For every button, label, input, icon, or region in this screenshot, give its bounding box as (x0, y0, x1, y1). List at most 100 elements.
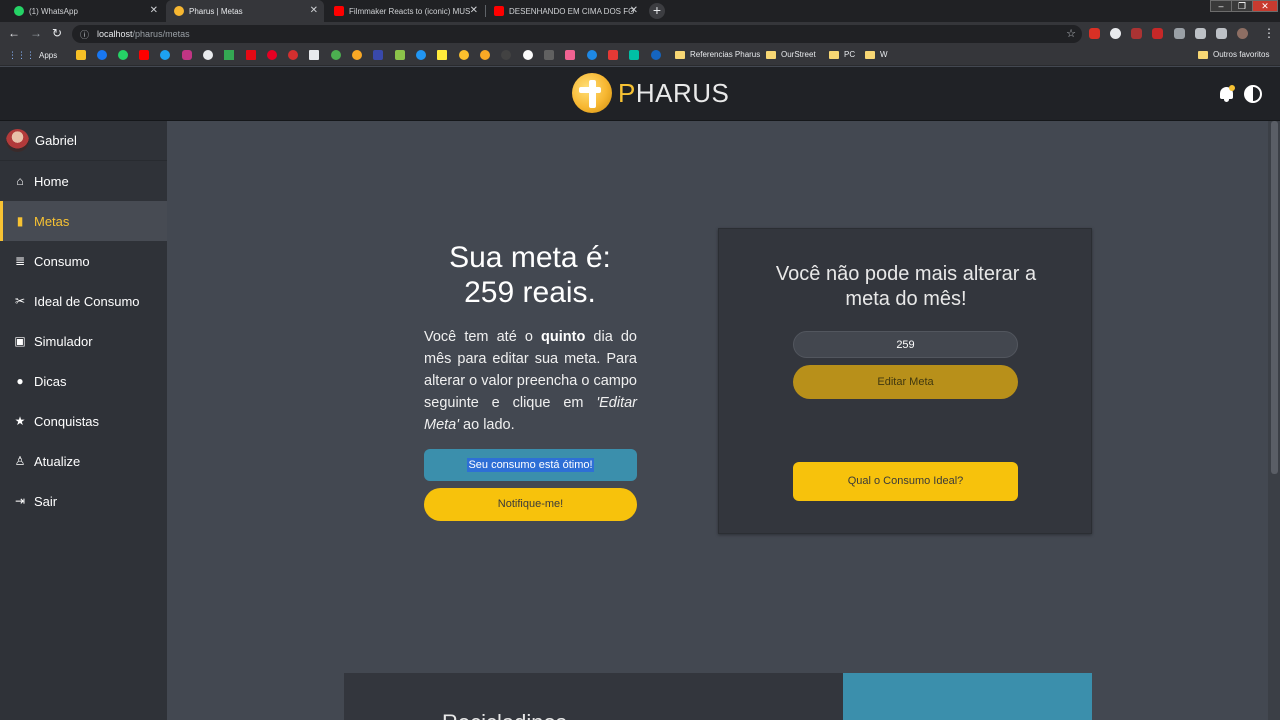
play-icon[interactable] (523, 50, 533, 60)
netflix-icon[interactable] (246, 50, 256, 60)
bookmark-icon[interactable] (395, 50, 405, 60)
puzzle-icon[interactable] (1195, 28, 1206, 39)
drive-icon[interactable] (224, 50, 234, 60)
bookmark-icon[interactable] (437, 50, 447, 60)
user-name: Gabriel (35, 133, 77, 148)
figma-icon[interactable] (565, 50, 575, 60)
bookmark-icon[interactable] (587, 50, 597, 60)
youtube-extension-icon[interactable] (1152, 28, 1163, 39)
close-icon[interactable]: ✕ (630, 5, 638, 16)
bookmark-icon[interactable] (608, 50, 618, 60)
browser-tab-filmmaker[interactable]: Filmmaker Reacts to (iconic) MUS ✕ (326, 0, 484, 22)
folder-icon (1198, 50, 1208, 59)
ideal-consumption-button[interactable]: Qual o Consumo Ideal? (793, 462, 1018, 501)
bookmark-icon[interactable] (331, 50, 341, 60)
sidebar-item-simulador[interactable]: ▣ Simulador (0, 321, 167, 361)
bookmark-folder-w[interactable]: W (865, 50, 888, 59)
browser-toolbar: ← → ↻ ⓘ localhost/pharus/metas ☆ ⋮ (0, 22, 1280, 46)
browser-tab-whatsapp[interactable]: (1) WhatsApp ✕ (6, 0, 164, 22)
media-icon[interactable] (1216, 28, 1227, 39)
edit-goal-button[interactable]: Editar Meta (793, 365, 1018, 399)
sidebar-item-label: Atualize (34, 453, 81, 469)
user-profile[interactable]: Gabriel (0, 121, 167, 161)
bookmark-folder-pc[interactable]: PC (829, 50, 855, 59)
sidebar-item-label: Sair (34, 493, 58, 509)
sidebar-item-conquistas[interactable]: ★ Conquistas (0, 401, 167, 441)
whatsapp-icon[interactable] (118, 50, 128, 60)
star-icon[interactable]: ☆ (1066, 27, 1076, 40)
bookmark-icon[interactable] (288, 50, 298, 60)
info-icon[interactable]: ⓘ (80, 28, 89, 41)
page-scrollbar[interactable] (1268, 121, 1280, 720)
bookmark-apps[interactable]: ⋮⋮⋮ Apps (8, 50, 57, 61)
bookmark-icon[interactable] (459, 50, 469, 60)
translate-extension-icon[interactable] (1110, 28, 1121, 39)
bookmark-icon[interactable] (76, 50, 86, 60)
facebook-icon[interactable] (97, 50, 107, 60)
bookmark-folder-ourstreet[interactable]: OurStreet (766, 50, 816, 59)
adblock-extension-icon[interactable] (1089, 28, 1100, 39)
instagram-icon[interactable] (182, 50, 192, 60)
notify-me-button[interactable]: Notifique-me! (424, 488, 637, 521)
sidebar-item-home[interactable]: ⌂ Home (0, 161, 167, 201)
sidebar-item-ideal-de-consumo[interactable]: ✂ Ideal de Consumo (0, 281, 167, 321)
monitor-icon: ▣ (14, 334, 26, 348)
new-tab-button[interactable]: + (649, 3, 665, 19)
bookmark-folder-referencias[interactable]: Referencias Pharus (675, 50, 760, 59)
consumption-status-button[interactable]: Seu consumo está ótimo! (424, 449, 637, 481)
notification-bell-icon[interactable] (1218, 85, 1236, 103)
contrast-toggle-icon[interactable] (1244, 85, 1262, 103)
bookmark-label: Referencias Pharus (690, 50, 761, 59)
home-icon: ⌂ (16, 174, 24, 188)
sidebar: Gabriel ⌂ Home ▮ Metas ≣ Consumo ✂ Ideal… (0, 121, 167, 720)
pdf-extension-icon[interactable] (1131, 28, 1142, 39)
goal-heading-line1: Sua meta é: (449, 241, 611, 274)
pinterest-icon[interactable] (267, 50, 277, 60)
extension-icon[interactable] (1174, 28, 1185, 39)
goal-value-input[interactable] (793, 331, 1018, 358)
whatsapp-icon (14, 6, 24, 16)
bookmark-icon[interactable] (352, 50, 362, 60)
sidebar-item-label: Home (34, 173, 69, 189)
bookmark-icon: ▮ (16, 214, 24, 228)
bookmark-icon[interactable] (651, 50, 661, 60)
bookmark-icon[interactable] (416, 50, 426, 60)
bookmark-icon[interactable] (629, 50, 639, 60)
twitter-icon[interactable] (160, 50, 170, 60)
maximize-button[interactable]: ❐ (1231, 0, 1253, 12)
sidebar-item-label: Simulador (34, 333, 93, 349)
sidebar-item-consumo[interactable]: ≣ Consumo (0, 241, 167, 281)
recycling-panel-accent (843, 673, 1092, 720)
bookmark-icon[interactable] (544, 50, 554, 60)
pharus-logo[interactable]: PHARUS (572, 73, 729, 113)
bookmark-icon[interactable] (501, 50, 511, 60)
sidebar-item-atualize[interactable]: ♙ Atualize (0, 441, 167, 481)
bookmark-icon[interactable] (309, 50, 319, 60)
browser-tab-desenhando[interactable]: DESENHANDO EM CIMA DOS FO ✕ (486, 0, 644, 22)
browser-tab-pharus[interactable]: Pharus | Metas ✕ (166, 0, 324, 22)
bookmark-icon[interactable] (480, 50, 490, 60)
address-bar[interactable]: ⓘ localhost/pharus/metas ☆ (72, 25, 1082, 43)
bookmark-other-favorites[interactable]: Outros favoritos (1198, 50, 1269, 59)
bookmark-icon[interactable] (373, 50, 383, 60)
sidebar-item-metas[interactable]: ▮ Metas (0, 201, 167, 241)
youtube-icon (494, 6, 504, 16)
back-icon[interactable]: ← (6, 26, 22, 40)
menu-icon[interactable]: ⋮ (1263, 26, 1275, 40)
reload-icon[interactable]: ↻ (49, 26, 65, 40)
minimize-button[interactable]: – (1210, 0, 1232, 12)
youtube-icon[interactable] (139, 50, 149, 60)
bookmark-label: PC (844, 50, 856, 59)
bookmark-label: OurStreet (781, 50, 816, 59)
close-icon[interactable]: ✕ (470, 5, 478, 16)
sidebar-item-sair[interactable]: ⇥ Sair (0, 481, 167, 521)
scrollbar-thumb[interactable] (1271, 121, 1278, 474)
profile-avatar[interactable] (1237, 28, 1248, 39)
close-icon[interactable]: ✕ (150, 5, 158, 16)
google-icon[interactable] (203, 50, 213, 60)
close-window-button[interactable]: ✕ (1252, 0, 1278, 12)
forward-icon[interactable]: → (28, 26, 44, 40)
url-path: /pharus/metas (132, 29, 190, 39)
close-icon[interactable]: ✕ (310, 5, 318, 16)
sidebar-item-dicas[interactable]: ● Dicas (0, 361, 167, 401)
